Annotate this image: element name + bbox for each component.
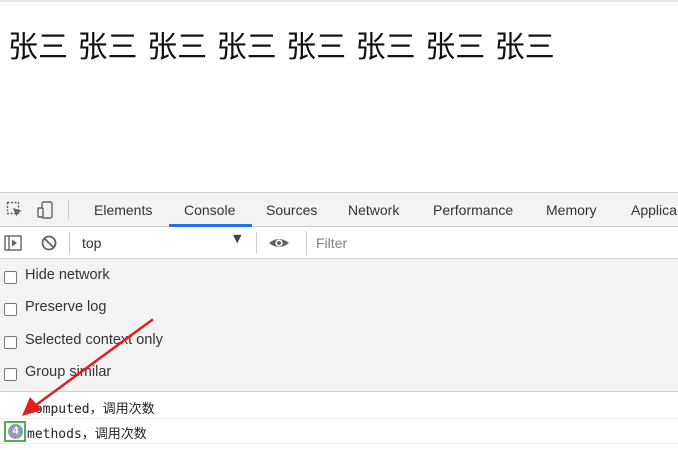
eye-icon[interactable]: [268, 234, 290, 252]
filter-input[interactable]: [306, 231, 678, 255]
console-message-text: computed，调用次数: [27, 402, 155, 417]
option-hide-network[interactable]: Hide network: [0, 261, 300, 293]
devtools-panel: Elements Console Sources Network Perform…: [0, 192, 678, 450]
devtools-tabbar: Elements Console Sources Network Perform…: [0, 193, 678, 227]
group-similar-checkbox[interactable]: [4, 368, 17, 381]
inspect-element-icon[interactable]: [6, 201, 24, 219]
repeat-count-badge: 4: [8, 424, 23, 439]
toolbar-divider: [68, 200, 69, 220]
console-message-text: methods，调用次数: [27, 427, 147, 442]
preserve-log-checkbox[interactable]: [4, 303, 17, 316]
tab-network[interactable]: Network: [348, 193, 399, 227]
option-selected-context-only[interactable]: Selected context only: [0, 326, 300, 358]
tab-console[interactable]: Console: [184, 193, 235, 227]
repeat-count-highlight: 4: [4, 421, 26, 442]
hide-network-checkbox[interactable]: [4, 271, 17, 284]
console-message: 4 methods，调用次数: [0, 419, 678, 444]
tab-elements[interactable]: Elements: [94, 193, 152, 227]
page-content-text: 张三 张三 张三 张三 张三 张三 张三 张三: [8, 30, 555, 65]
selected-context-only-label: Selected context only: [25, 332, 163, 348]
toolbar-divider: [69, 232, 70, 254]
console-message: computed，调用次数: [0, 394, 678, 419]
page-viewport: 张三 张三 张三 张三 张三 张三 张三 张三: [0, 0, 678, 192]
tab-sources[interactable]: Sources: [266, 193, 317, 227]
group-similar-label: Group similar: [25, 364, 112, 380]
sidebar-toggle-icon[interactable]: [4, 234, 22, 252]
device-toolbar-icon[interactable]: [37, 201, 55, 219]
console-messages: computed，调用次数 4 methods，调用次数: [0, 392, 678, 450]
preserve-log-label: Preserve log: [25, 299, 107, 315]
dropdown-arrow-icon: ▼: [233, 232, 242, 245]
context-selector[interactable]: top: [74, 231, 250, 255]
option-preserve-log[interactable]: Preserve log: [0, 293, 300, 325]
hide-network-label: Hide network: [25, 267, 110, 283]
toolbar-divider: [256, 232, 257, 254]
option-group-similar[interactable]: Group similar: [0, 358, 300, 390]
tab-performance[interactable]: Performance: [433, 193, 513, 227]
tab-memory[interactable]: Memory: [546, 193, 597, 227]
clear-console-icon[interactable]: [40, 234, 58, 252]
console-toolbar: top ▼: [0, 227, 678, 259]
console-settings: Hide network Preserve log Selected conte…: [0, 259, 678, 392]
tab-application[interactable]: Applica: [631, 193, 677, 227]
selected-context-only-checkbox[interactable]: [4, 336, 17, 349]
